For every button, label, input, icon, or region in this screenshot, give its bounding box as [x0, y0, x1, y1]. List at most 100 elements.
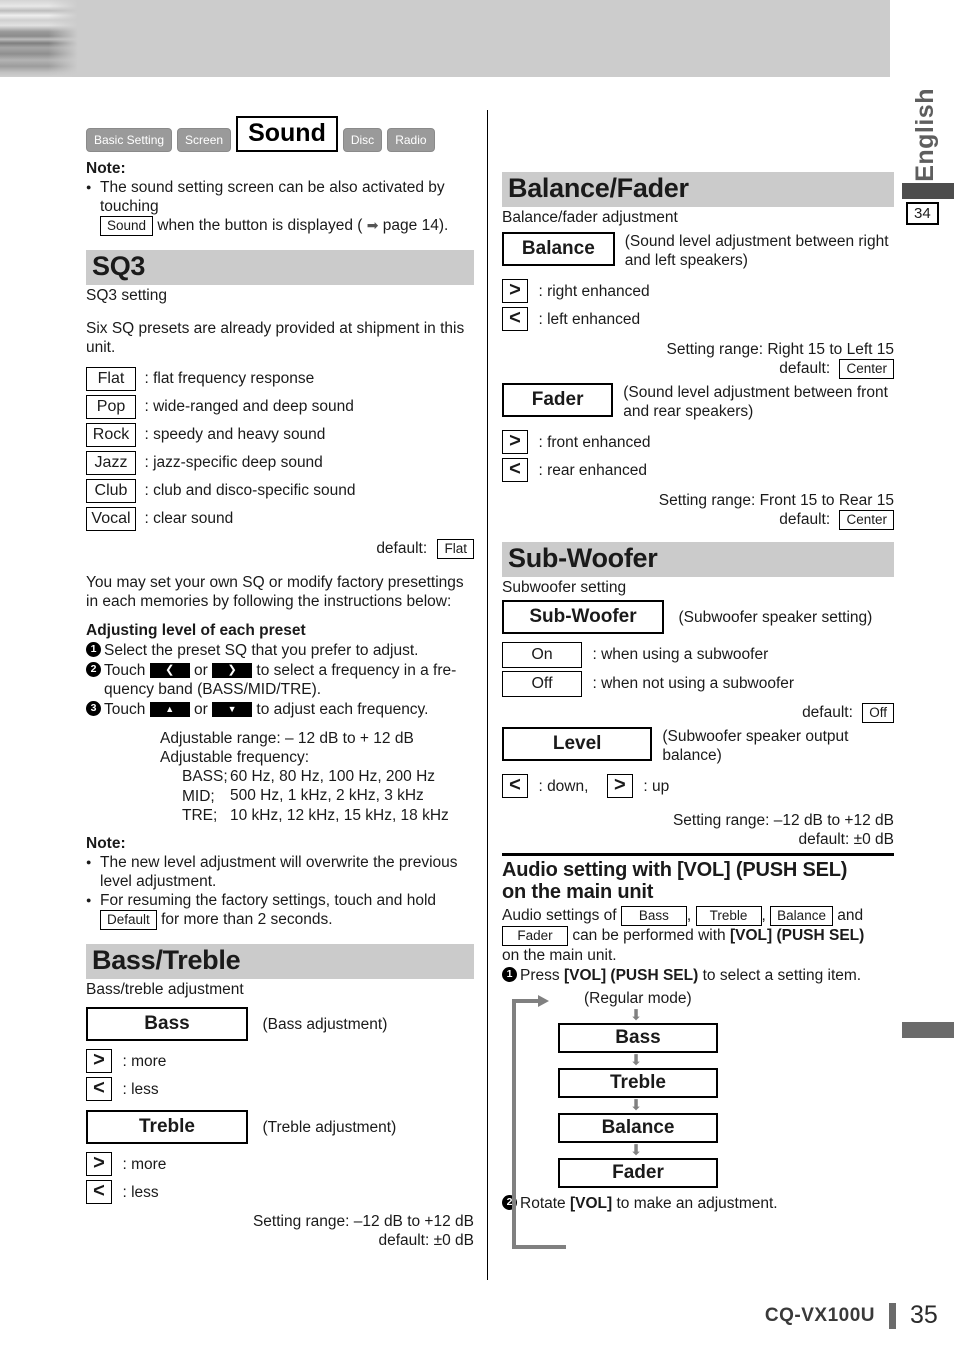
sq3-own-text: You may set your own SQ or modify factor…	[86, 574, 464, 610]
settings-tab-bar[interactable]: Basic Setting Screen Sound Disc Radio	[86, 116, 440, 152]
section-heading-subwoofer: Sub-Woofer	[502, 542, 894, 577]
sq3-note-2: For resuming the factory settings, touch…	[86, 891, 474, 931]
balance-range: Setting range: Right 15 to Left 15	[666, 341, 895, 358]
level-up-icon[interactable]: >	[606, 774, 633, 798]
bass-decrease-icon[interactable]: <	[86, 1077, 112, 1102]
level-caption-line2: balance)	[662, 747, 722, 764]
default-key[interactable]: Default	[100, 910, 157, 931]
preset-key-vocal[interactable]: Vocal	[86, 507, 136, 531]
flow-box-balance[interactable]: Balance	[558, 1113, 718, 1143]
banner-photo	[0, 0, 78, 77]
flow-box-fader[interactable]: Fader	[558, 1158, 718, 1188]
preset-key-club[interactable]: Club	[86, 479, 136, 503]
treble-button[interactable]: Treble	[86, 1110, 248, 1145]
flow-loop-arrowhead-icon	[538, 995, 549, 1007]
top-note-text: The sound setting screen can be also act…	[100, 179, 445, 215]
touch-up-button-icon[interactable]: ▲	[149, 702, 190, 718]
balance-button[interactable]: Balance	[502, 232, 615, 266]
subwoofer-on-key[interactable]: On	[502, 642, 582, 668]
vol-key-balance[interactable]: Balance	[770, 906, 833, 926]
regular-mode-label: (Regular mode)	[584, 990, 692, 1007]
audio-vol-intro-c: on the main unit.	[502, 947, 617, 964]
subwoofer-off-key[interactable]: Off	[502, 671, 582, 697]
footer-divider	[889, 1302, 896, 1329]
top-note-text-2: when the button is displayed (	[157, 217, 363, 235]
freq-bass-row: BASS; 60 Hz, 80 Hz, 100 Hz, 200 Hz	[160, 767, 474, 786]
level-up-label: : up	[643, 777, 670, 795]
fader-front-label: : front enhanced	[538, 433, 651, 451]
fader-rear-icon[interactable]: <	[502, 458, 528, 482]
balance-fader-subtitle: Balance/fader adjustment	[502, 209, 678, 226]
level-button[interactable]: Level	[502, 727, 653, 761]
preset-key-rock[interactable]: Rock	[86, 423, 136, 447]
preset-row: Vocal : clear sound	[86, 507, 474, 531]
freq-bass-values: 60 Hz, 80 Hz, 100 Hz, 200 Hz	[230, 768, 436, 785]
top-decorative-banner	[0, 0, 890, 77]
balance-right-row: > : right enhanced	[502, 279, 894, 303]
flow-arrow-icon: ⬇	[629, 1007, 643, 1024]
adjustable-frequency-label: Adjustable frequency:	[160, 749, 310, 766]
audio-vol-step1-a: Press	[520, 967, 560, 984]
flow-box-bass[interactable]: Bass	[558, 1023, 718, 1053]
touch-right-button-icon[interactable]: ❯	[212, 663, 253, 679]
fader-default-label: default:	[779, 511, 831, 529]
top-note-body: The sound setting screen can be also act…	[86, 178, 474, 236]
touch-left-button-icon[interactable]: ❮	[149, 663, 190, 679]
audio-vol-title-line2: on the main unit	[502, 881, 654, 903]
bass-button[interactable]: Bass	[86, 1007, 248, 1042]
freq-mid-row: MID; 500 Hz, 1 kHz, 2 kHz, 3 kHz	[160, 786, 474, 805]
level-default: default: ±0 dB	[798, 831, 894, 848]
vol-key-bass[interactable]: Bass	[620, 906, 687, 926]
page-reference-tab: 34	[906, 202, 939, 225]
balance-left-icon[interactable]: <	[502, 307, 528, 331]
column-divider	[487, 110, 488, 1280]
touch-down-button-icon[interactable]: ▼	[212, 702, 253, 718]
audio-vol-step1-b: to select a setting item.	[702, 967, 862, 984]
bass-treble-default: default: ±0 dB	[378, 1232, 474, 1250]
sound-key[interactable]: Sound	[100, 216, 154, 236]
subwoofer-off-row: Off : when not using a subwoofer	[502, 671, 894, 697]
level-caption-line1: (Subwoofer speaker output	[662, 728, 849, 745]
fader-rear-row: < : rear enhanced	[502, 458, 894, 482]
page-number: 35	[910, 1301, 938, 1329]
fader-front-icon[interactable]: >	[502, 430, 528, 454]
balance-default-value: Center	[839, 359, 894, 379]
preset-key-flat[interactable]: Flat	[86, 367, 136, 391]
subwoofer-button[interactable]: Sub-Woofer	[502, 600, 664, 634]
section-rule	[502, 853, 894, 856]
vol-key-treble[interactable]: Treble	[695, 906, 762, 926]
language-label: English	[911, 88, 939, 182]
adjustable-range: Adjustable range: – 12 dB to + 12 dB	[160, 730, 414, 747]
tab-screen[interactable]: Screen	[177, 128, 232, 152]
sq3-default-value: Flat	[437, 539, 474, 559]
bass-treble-range: Setting range: –12 dB to +12 dB	[252, 1213, 474, 1231]
bass-less-row: < : less	[86, 1077, 474, 1102]
flow-box-treble[interactable]: Treble	[558, 1068, 718, 1098]
balance-right-icon[interactable]: >	[502, 279, 528, 303]
treble-caption: (Treble adjustment)	[262, 1118, 397, 1136]
balance-left-row: < : left enhanced	[502, 307, 894, 331]
vol-key-fader[interactable]: Fader	[502, 926, 568, 946]
bass-increase-icon[interactable]: >	[86, 1049, 112, 1074]
bass-more-row: > : more	[86, 1049, 474, 1074]
treble-increase-icon[interactable]: >	[86, 1152, 112, 1177]
tab-sound[interactable]: Sound	[236, 116, 338, 152]
subwoofer-off-desc: : when not using a subwoofer	[592, 675, 795, 693]
audio-vol-step2-b: to make an adjustment.	[616, 1195, 778, 1212]
preset-key-pop[interactable]: Pop	[86, 395, 136, 419]
preset-key-jazz[interactable]: Jazz	[86, 451, 136, 475]
level-down-icon[interactable]: <	[502, 774, 528, 798]
fader-button[interactable]: Fader	[502, 383, 614, 417]
step-number-1: 1	[502, 967, 517, 982]
fader-button-row: Fader (Sound level adjustment between fr…	[502, 383, 894, 421]
tab-basic-setting[interactable]: Basic Setting	[86, 128, 173, 152]
adjust-step-2: 2 Touch ❮ or ❯ to select a frequency in a…	[86, 661, 474, 699]
sq3-intro: Six SQ presets are already provided at s…	[86, 320, 465, 356]
section-heading-balance-fader: Balance/Fader	[502, 172, 894, 207]
tab-radio[interactable]: Radio	[387, 128, 435, 152]
preset-desc-jazz: : jazz-specific deep sound	[144, 454, 323, 472]
treble-decrease-icon[interactable]: <	[86, 1180, 112, 1205]
flow-arrow-icon: ⬇	[629, 1052, 643, 1069]
tab-disc[interactable]: Disc	[342, 128, 383, 152]
step-2-or: or	[194, 662, 208, 679]
